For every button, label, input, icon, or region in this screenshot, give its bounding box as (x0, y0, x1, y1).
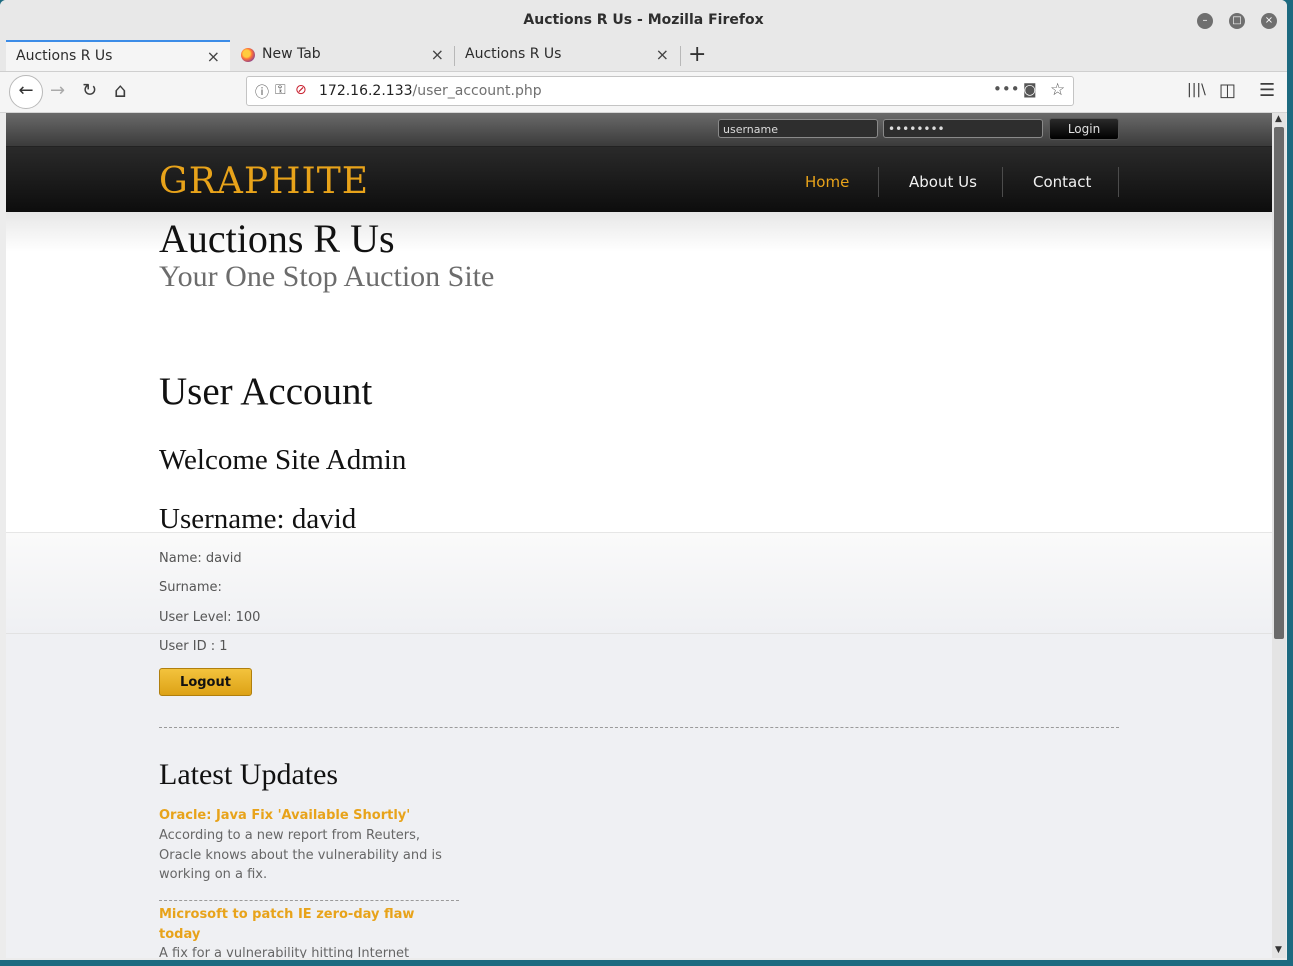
window-title: Auctions R Us - Mozilla Firefox (523, 12, 764, 28)
key-icon[interactable]: ⚿ (275, 82, 286, 98)
tab-auctions-1[interactable]: Auctions R Us × (6, 40, 230, 71)
bookmark-star-icon[interactable]: ☆ (1050, 80, 1065, 100)
tab-close-icon[interactable]: × (431, 45, 444, 64)
menu-separator (1118, 167, 1119, 197)
site-subtitle: Your One Stop Auction Site (159, 260, 495, 293)
scrollbar[interactable]: ▲ ▼ (1272, 113, 1286, 958)
sidebar-icon[interactable]: ◫ (1219, 80, 1236, 101)
login-button[interactable]: Login (1049, 118, 1119, 140)
menu-icon[interactable]: ☰ (1259, 80, 1275, 101)
news-summary: According to a new report from Reuters, … (159, 828, 442, 882)
firefox-icon (241, 48, 255, 62)
maximize-icon[interactable]: □ (1229, 13, 1245, 29)
divider (159, 727, 1119, 728)
forward-icon[interactable]: → (50, 80, 65, 101)
tab-label: New Tab (262, 46, 321, 62)
info-icon[interactable]: ⓘ (255, 82, 269, 102)
new-tab-icon[interactable]: + (688, 42, 706, 67)
site-title: Auctions R Us (159, 216, 395, 261)
tab-close-icon[interactable]: × (656, 45, 669, 64)
library-icon[interactable]: |||\ (1187, 82, 1206, 98)
latest-updates-heading: Latest Updates (159, 758, 339, 791)
tab-auctions-2[interactable]: Auctions R Us × (455, 40, 679, 71)
tab-close-icon[interactable]: × (207, 47, 220, 66)
url-path: /user_account.php (412, 83, 542, 99)
name-field: Name: david (159, 551, 242, 566)
news-link[interactable]: Microsoft to patch IE zero-day flaw toda… (159, 905, 429, 945)
scroll-up-icon[interactable]: ▲ (1275, 114, 1282, 124)
news-summary: A fix for a vulnerability hitting Intern… (159, 946, 410, 958)
url-host: 172.16.2.133 (319, 83, 413, 99)
page-actions-icon[interactable]: ••• (993, 80, 1020, 98)
reload-icon[interactable]: ↻ (82, 80, 97, 101)
menu-separator (1002, 167, 1003, 197)
page-content: username •••••••• Login GRAPHITE Home Ab… (6, 113, 1272, 958)
home-icon[interactable]: ⌂ (114, 78, 127, 102)
username-heading: Username: david (159, 503, 357, 535)
user-id-field: User ID : 1 (159, 639, 228, 654)
tab-bar: Auctions R Us × New Tab × Auctions R Us … (0, 40, 1287, 72)
login-strip: username •••••••• Login (6, 113, 1272, 147)
username-input[interactable]: username (718, 119, 878, 138)
scroll-thumb[interactable] (1274, 127, 1284, 639)
scroll-down-icon[interactable]: ▼ (1275, 945, 1282, 955)
password-input[interactable]: •••••••• (883, 119, 1043, 138)
tab-separator (680, 46, 681, 66)
tab-new-tab[interactable]: New Tab × (230, 40, 454, 71)
insecure-lock-icon[interactable]: ⊘ (295, 82, 307, 98)
close-window-icon[interactable]: × (1261, 13, 1277, 29)
tab-label: Auctions R Us (16, 48, 113, 64)
logout-button[interactable]: Logout (159, 668, 252, 696)
welcome-heading: Welcome Site Admin (159, 444, 407, 476)
menu-separator (878, 167, 879, 197)
url-bar[interactable]: ⓘ ⚿ ⊘ 172.16.2.133/user_account.php ••• … (246, 76, 1074, 106)
site-logo[interactable]: GRAPHITE (159, 161, 369, 202)
title-bar: Auctions R Us - Mozilla Firefox – □ × (0, 0, 1287, 40)
news-divider (159, 900, 459, 901)
nav-home[interactable]: Home (805, 173, 849, 191)
browser-window: Auctions R Us - Mozilla Firefox – □ × Au… (0, 0, 1287, 960)
back-icon[interactable]: ← (9, 75, 43, 109)
site-header: GRAPHITE Home About Us Contact (6, 147, 1272, 212)
surname-field: Surname: (159, 580, 222, 595)
nav-contact[interactable]: Contact (1033, 173, 1091, 191)
navigation-bar: ← → ↻ ⌂ ⓘ ⚿ ⊘ 172.16.2.133/user_account.… (0, 72, 1287, 113)
page-title: User Account (159, 370, 373, 413)
url-text[interactable]: 172.16.2.133/user_account.php (319, 83, 542, 99)
tab-label: Auctions R Us (465, 46, 562, 62)
user-level-field: User Level: 100 (159, 610, 261, 625)
pocket-icon[interactable]: ◙ (1023, 82, 1037, 98)
minimize-icon[interactable]: – (1197, 13, 1213, 29)
nav-about-us[interactable]: About Us (909, 173, 977, 191)
news-link[interactable]: Oracle: Java Fix 'Available Shortly' (159, 806, 459, 826)
